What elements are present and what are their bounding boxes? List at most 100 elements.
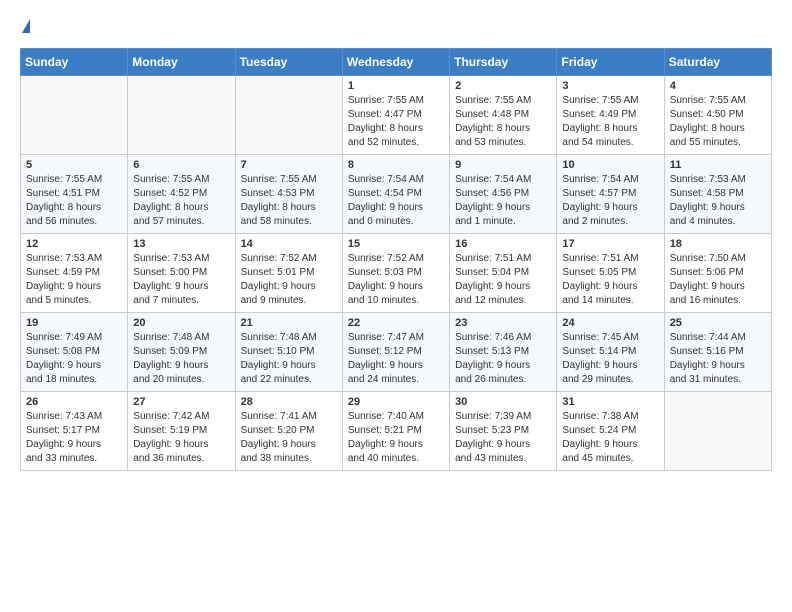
- day-info: Sunrise: 7:49 AM Sunset: 5:08 PM Dayligh…: [26, 331, 122, 387]
- calendar-cell: 30 Sunrise: 7:39 AM Sunset: 5:23 PM Dayli…: [450, 392, 557, 471]
- day-info: Sunrise: 7:55 AM Sunset: 4:47 PM Dayligh…: [348, 94, 444, 150]
- calendar-cell: 7Sunrise: 7:55 AM Sunset: 4:53 PM Daylig…: [235, 155, 342, 234]
- day-info: Sunrise: 7:42 AM Sunset: 5:19 PM Dayligh…: [133, 410, 229, 466]
- calendar-cell: 25Sunrise: 7:44 AM Sunset: 5:16 PM Dayli…: [664, 313, 771, 392]
- day-info: Sunrise: 7:50 AM Sunset: 5:06 PM Dayligh…: [670, 252, 766, 308]
- calendar-cell: 4 Sunrise: 7:55 AM Sunset: 4:50 PM Daylig…: [664, 76, 771, 155]
- calendar-cell: 27 Sunrise: 7:42 AM Sunset: 5:19 PM Dayli…: [128, 392, 235, 471]
- day-info: Sunrise: 7:54 AM Sunset: 4:57 PM Dayligh…: [562, 173, 658, 229]
- day-info: Sunrise: 7:53 AM Sunset: 4:59 PM Dayligh…: [26, 252, 122, 308]
- calendar-cell: 20 Sunrise: 7:48 AM Sunset: 5:09 PM Dayli…: [128, 313, 235, 392]
- calendar-cell: 26 Sunrise: 7:43 AM Sunset: 5:17 PM Dayli…: [21, 392, 128, 471]
- calendar-cell: 8 Sunrise: 7:54 AM Sunset: 4:54 PM Daylig…: [342, 155, 449, 234]
- day-info: Sunrise: 7:55 AM Sunset: 4:53 PM Dayligh…: [241, 173, 337, 229]
- day-info: Sunrise: 7:39 AM Sunset: 5:23 PM Dayligh…: [455, 410, 551, 466]
- calendar-cell: 9 Sunrise: 7:54 AM Sunset: 4:56 PM Daylig…: [450, 155, 557, 234]
- weekday-header-sunday: Sunday: [21, 49, 128, 76]
- calendar-cell: 13 Sunrise: 7:53 AM Sunset: 5:00 PM Dayli…: [128, 234, 235, 313]
- day-info: Sunrise: 7:54 AM Sunset: 4:56 PM Dayligh…: [455, 173, 551, 229]
- weekday-header-monday: Monday: [128, 49, 235, 76]
- day-number: 10: [562, 159, 658, 171]
- day-info: Sunrise: 7:46 AM Sunset: 5:13 PM Dayligh…: [455, 331, 551, 387]
- calendar-cell: 5 Sunrise: 7:55 AM Sunset: 4:51 PM Daylig…: [21, 155, 128, 234]
- day-number: 11: [670, 159, 766, 171]
- calendar-cell: 1 Sunrise: 7:55 AM Sunset: 4:47 PM Daylig…: [342, 76, 449, 155]
- calendar-week-row: 1 Sunrise: 7:55 AM Sunset: 4:47 PM Daylig…: [21, 76, 772, 155]
- day-info: Sunrise: 7:41 AM Sunset: 5:20 PM Dayligh…: [241, 410, 337, 466]
- day-info: Sunrise: 7:55 AM Sunset: 4:48 PM Dayligh…: [455, 94, 551, 150]
- calendar-cell: 17 Sunrise: 7:51 AM Sunset: 5:05 PM Dayli…: [557, 234, 664, 313]
- calendar-cell: 28 Sunrise: 7:41 AM Sunset: 5:20 PM Dayli…: [235, 392, 342, 471]
- day-info: Sunrise: 7:55 AM Sunset: 4:50 PM Dayligh…: [670, 94, 766, 150]
- calendar-cell: 23 Sunrise: 7:46 AM Sunset: 5:13 PM Dayli…: [450, 313, 557, 392]
- calendar-cell: 18 Sunrise: 7:50 AM Sunset: 5:06 PM Dayli…: [664, 234, 771, 313]
- weekday-header-row: SundayMondayTuesdayWednesdayThursdayFrid…: [21, 49, 772, 76]
- calendar-cell: 6Sunrise: 7:55 AM Sunset: 4:52 PM Daylig…: [128, 155, 235, 234]
- logo: [20, 16, 30, 38]
- calendar-cell: 12 Sunrise: 7:53 AM Sunset: 4:59 PM Dayli…: [21, 234, 128, 313]
- calendar-cell: 3 Sunrise: 7:55 AM Sunset: 4:49 PM Daylig…: [557, 76, 664, 155]
- page-header: [20, 16, 772, 38]
- calendar-cell: [664, 392, 771, 471]
- calendar-cell: 14Sunrise: 7:52 AM Sunset: 5:01 PM Dayli…: [235, 234, 342, 313]
- day-number: 15: [348, 238, 444, 250]
- day-number: 18: [670, 238, 766, 250]
- day-info: Sunrise: 7:51 AM Sunset: 5:04 PM Dayligh…: [455, 252, 551, 308]
- calendar-cell: 11 Sunrise: 7:53 AM Sunset: 4:58 PM Dayli…: [664, 155, 771, 234]
- calendar-cell: 16 Sunrise: 7:51 AM Sunset: 5:04 PM Dayli…: [450, 234, 557, 313]
- day-info: Sunrise: 7:43 AM Sunset: 5:17 PM Dayligh…: [26, 410, 122, 466]
- day-info: Sunrise: 7:47 AM Sunset: 5:12 PM Dayligh…: [348, 331, 444, 387]
- calendar-week-row: 12 Sunrise: 7:53 AM Sunset: 4:59 PM Dayli…: [21, 234, 772, 313]
- day-number: 2: [455, 80, 551, 92]
- weekday-header-saturday: Saturday: [664, 49, 771, 76]
- day-number: 1: [348, 80, 444, 92]
- day-number: 26: [26, 396, 122, 408]
- day-info: Sunrise: 7:55 AM Sunset: 4:52 PM Dayligh…: [133, 173, 229, 229]
- calendar-cell: [128, 76, 235, 155]
- day-number: 29: [348, 396, 444, 408]
- day-info: Sunrise: 7:38 AM Sunset: 5:24 PM Dayligh…: [562, 410, 658, 466]
- day-number: 8: [348, 159, 444, 171]
- calendar-week-row: 26 Sunrise: 7:43 AM Sunset: 5:17 PM Dayli…: [21, 392, 772, 471]
- day-info: Sunrise: 7:51 AM Sunset: 5:05 PM Dayligh…: [562, 252, 658, 308]
- day-info: Sunrise: 7:45 AM Sunset: 5:14 PM Dayligh…: [562, 331, 658, 387]
- day-number: 5: [26, 159, 122, 171]
- calendar-cell: 15Sunrise: 7:52 AM Sunset: 5:03 PM Dayli…: [342, 234, 449, 313]
- day-number: 9: [455, 159, 551, 171]
- day-number: 28: [241, 396, 337, 408]
- day-number: 20: [133, 317, 229, 329]
- calendar-week-row: 19 Sunrise: 7:49 AM Sunset: 5:08 PM Dayli…: [21, 313, 772, 392]
- day-number: 21: [241, 317, 337, 329]
- day-info: Sunrise: 7:53 AM Sunset: 4:58 PM Dayligh…: [670, 173, 766, 229]
- day-number: 3: [562, 80, 658, 92]
- day-number: 12: [26, 238, 122, 250]
- calendar-cell: 19 Sunrise: 7:49 AM Sunset: 5:08 PM Dayli…: [21, 313, 128, 392]
- day-number: 13: [133, 238, 229, 250]
- calendar-cell: 21 Sunrise: 7:48 AM Sunset: 5:10 PM Dayli…: [235, 313, 342, 392]
- logo-general: [20, 16, 30, 38]
- day-number: 31: [562, 396, 658, 408]
- weekday-header-tuesday: Tuesday: [235, 49, 342, 76]
- day-number: 19: [26, 317, 122, 329]
- calendar-cell: 31 Sunrise: 7:38 AM Sunset: 5:24 PM Dayli…: [557, 392, 664, 471]
- day-info: Sunrise: 7:55 AM Sunset: 4:49 PM Dayligh…: [562, 94, 658, 150]
- calendar-cell: 10 Sunrise: 7:54 AM Sunset: 4:57 PM Dayli…: [557, 155, 664, 234]
- day-info: Sunrise: 7:48 AM Sunset: 5:09 PM Dayligh…: [133, 331, 229, 387]
- day-number: 27: [133, 396, 229, 408]
- weekday-header-wednesday: Wednesday: [342, 49, 449, 76]
- calendar-cell: 22 Sunrise: 7:47 AM Sunset: 5:12 PM Dayli…: [342, 313, 449, 392]
- day-number: 16: [455, 238, 551, 250]
- day-number: 23: [455, 317, 551, 329]
- day-info: Sunrise: 7:48 AM Sunset: 5:10 PM Dayligh…: [241, 331, 337, 387]
- day-info: Sunrise: 7:40 AM Sunset: 5:21 PM Dayligh…: [348, 410, 444, 466]
- day-info: Sunrise: 7:54 AM Sunset: 4:54 PM Dayligh…: [348, 173, 444, 229]
- day-number: 30: [455, 396, 551, 408]
- day-number: 14: [241, 238, 337, 250]
- day-info: Sunrise: 7:53 AM Sunset: 5:00 PM Dayligh…: [133, 252, 229, 308]
- day-number: 17: [562, 238, 658, 250]
- day-number: 22: [348, 317, 444, 329]
- day-info: Sunrise: 7:55 AM Sunset: 4:51 PM Dayligh…: [26, 173, 122, 229]
- day-number: 4: [670, 80, 766, 92]
- day-info: Sunrise: 7:44 AM Sunset: 5:16 PM Dayligh…: [670, 331, 766, 387]
- calendar-cell: 2 Sunrise: 7:55 AM Sunset: 4:48 PM Daylig…: [450, 76, 557, 155]
